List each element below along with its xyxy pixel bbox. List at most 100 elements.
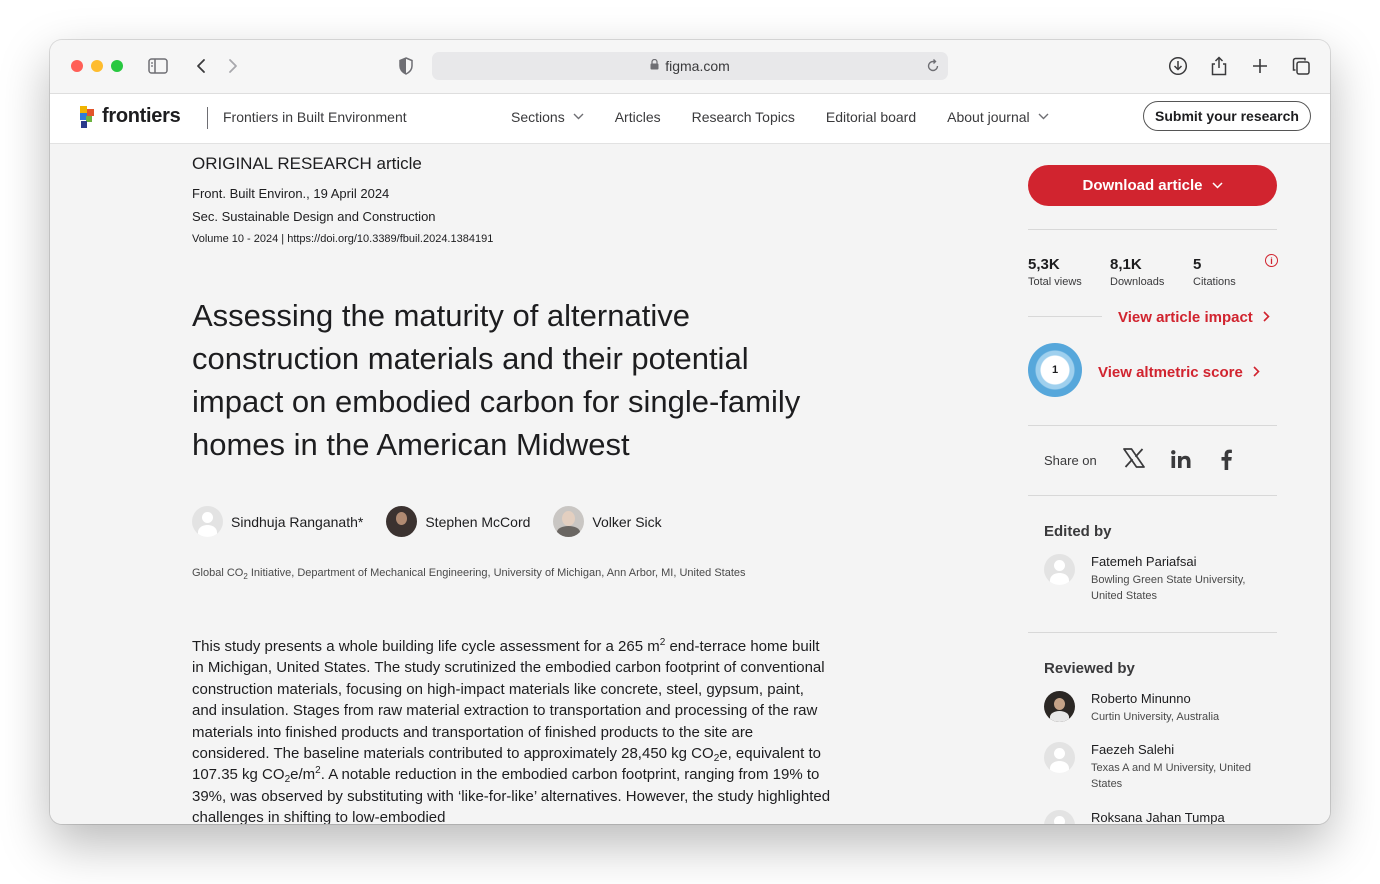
nav-about-journal-label: About journal — [947, 109, 1030, 125]
author-name: Sindhuja Ranganath* — [231, 513, 364, 530]
logo-text: frontiers — [102, 105, 181, 127]
nav-about-journal[interactable]: About journal — [947, 109, 1049, 125]
linkedin-icon[interactable] — [1171, 450, 1191, 474]
stat-label: Total views — [1028, 276, 1082, 288]
chevron-right-icon — [1263, 309, 1270, 326]
journal-name-link[interactable]: Frontiers in Built Environment — [223, 109, 407, 125]
x-icon[interactable] — [1123, 448, 1145, 474]
chevron-down-icon — [1038, 112, 1049, 123]
divider — [1028, 229, 1277, 230]
chevron-down-icon — [1211, 180, 1223, 192]
reviewer-affiliation: Texas A and M University, United States — [1091, 762, 1251, 790]
share-label: Share on — [1044, 453, 1097, 468]
stat-value: 5,3K — [1028, 256, 1060, 273]
download-article-button[interactable]: Download article — [1028, 165, 1277, 206]
impact-link-label: View article impact — [1118, 309, 1253, 326]
stat-label: Downloads — [1110, 276, 1165, 288]
reviewer-affiliation: Curtin University, Australia — [1091, 711, 1220, 723]
nav-sections[interactable]: Sections — [511, 109, 584, 125]
stat-citations: 5 Citations — [1193, 256, 1236, 288]
stat-value: 8,1K — [1110, 256, 1142, 273]
frontiers-logo-icon — [80, 105, 94, 128]
abstract-part: end-terrace home built in Michigan, Unit… — [192, 638, 825, 763]
author-item[interactable]: Stephen McCord — [386, 506, 530, 537]
nav-editorial-board[interactable]: Editorial board — [826, 109, 916, 125]
reviewer-item[interactable]: Faezeh Salehi Texas A and M University, … — [1044, 742, 1271, 792]
privacy-shield-icon[interactable] — [393, 53, 419, 79]
view-altmetric-link[interactable]: View altmetric score — [1098, 364, 1260, 381]
share-icon[interactable] — [1206, 53, 1232, 79]
avatar — [192, 506, 223, 537]
stat-views: 5,3K Total views — [1028, 256, 1082, 288]
download-label: Download article — [1082, 177, 1203, 194]
new-tab-icon[interactable] — [1247, 53, 1273, 79]
divider — [1028, 495, 1277, 496]
affiliation-post: Initiative, Department of Mechanical Eng… — [247, 567, 746, 579]
forward-icon[interactable] — [220, 53, 246, 79]
divider — [1028, 632, 1277, 633]
author-affiliation: Global CO2 Initiative, Department of Mec… — [192, 567, 746, 581]
address-bar[interactable]: figma.com — [432, 52, 948, 80]
close-window-button[interactable] — [71, 60, 83, 72]
avatar — [1044, 691, 1075, 722]
nav-articles[interactable]: Articles — [615, 109, 661, 125]
nav-research-topics[interactable]: Research Topics — [692, 109, 795, 125]
stat-downloads: 8,1K Downloads — [1110, 256, 1164, 288]
browser-window: figma.com frontiers Frontiers in Built E… — [50, 40, 1330, 824]
nav-sections-label: Sections — [511, 109, 565, 125]
reviewed-by-heading: Reviewed by — [1044, 660, 1135, 677]
chevron-down-icon — [573, 112, 584, 123]
doi-link[interactable]: https://doi.org/10.3389/fbuil.2024.13841… — [287, 233, 493, 245]
editor-item[interactable]: Fatemeh Pariafsai Bowling Green State Un… — [1044, 554, 1271, 604]
abstract-part: e/m — [290, 766, 316, 784]
avatar — [1044, 742, 1075, 773]
chevron-right-icon — [1253, 364, 1260, 381]
browser-toolbar: figma.com — [50, 40, 1330, 94]
edited-by-heading: Edited by — [1044, 523, 1112, 540]
author-name: Stephen McCord — [425, 513, 531, 530]
minimize-window-button[interactable] — [91, 60, 103, 72]
info-icon[interactable]: i — [1265, 254, 1278, 267]
header-divider — [207, 107, 208, 129]
altmetric-score: 1 — [1051, 364, 1059, 376]
reviewer-name: Faezeh Salehi — [1091, 742, 1175, 757]
abstract-part: This study presents a whole building lif… — [192, 638, 660, 655]
downloads-icon[interactable] — [1165, 53, 1191, 79]
avatar — [1044, 554, 1075, 585]
page-content: ORIGINAL RESEARCH article Front. Built E… — [50, 144, 1330, 824]
avatar — [1044, 810, 1075, 824]
article-title: Assessing the maturity of alternative co… — [192, 298, 801, 462]
site-header: frontiers Frontiers in Built Environment… — [50, 94, 1330, 144]
sidebar-toggle-icon[interactable] — [145, 53, 171, 79]
author-item[interactable]: Sindhuja Ranganath* — [192, 506, 363, 537]
volume-doi: Volume 10 - 2024 | https://doi.org/10.33… — [192, 233, 493, 245]
zoom-window-button[interactable] — [111, 60, 123, 72]
reload-icon[interactable] — [926, 57, 940, 76]
author-list: Sindhuja Ranganath* Stephen McCord Volke… — [192, 506, 685, 537]
reviewer-item[interactable]: Roksana Jahan Tumpa — [1044, 810, 1225, 824]
lock-icon — [650, 58, 659, 73]
frontiers-logo[interactable]: frontiers — [80, 105, 181, 128]
url-text: figma.com — [665, 58, 730, 74]
stat-label: Citations — [1193, 276, 1236, 288]
main-nav: Sections Articles Research Topics Editor… — [511, 109, 1080, 125]
facebook-icon[interactable] — [1221, 449, 1232, 476]
reviewer-name: Roksana Jahan Tumpa — [1091, 810, 1225, 824]
author-item[interactable]: Volker Sick — [553, 506, 662, 537]
abstract-text: This study presents a whole building lif… — [192, 636, 832, 825]
article-type: ORIGINAL RESEARCH article — [192, 154, 422, 173]
view-article-impact-link[interactable]: View article impact — [1118, 309, 1270, 326]
editor-affiliation: Bowling Green State University, United S… — [1091, 574, 1246, 602]
submit-research-button[interactable]: Submit your research — [1143, 101, 1311, 131]
tab-overview-icon[interactable] — [1288, 53, 1314, 79]
altmetric-badge[interactable]: 1 — [1028, 343, 1082, 397]
volume-text: Volume 10 - 2024 | — [192, 233, 288, 245]
article-section: Sec. Sustainable Design and Construction — [192, 209, 436, 224]
editor-name: Fatemeh Pariafsai — [1091, 554, 1197, 569]
back-icon[interactable] — [188, 53, 214, 79]
avatar — [386, 506, 418, 537]
reviewer-item[interactable]: Roberto Minunno Curtin University, Austr… — [1044, 691, 1271, 725]
stat-value: 5 — [1193, 256, 1202, 273]
affiliation-pre: Global CO — [192, 567, 244, 579]
reviewer-name: Roberto Minunno — [1091, 691, 1191, 706]
